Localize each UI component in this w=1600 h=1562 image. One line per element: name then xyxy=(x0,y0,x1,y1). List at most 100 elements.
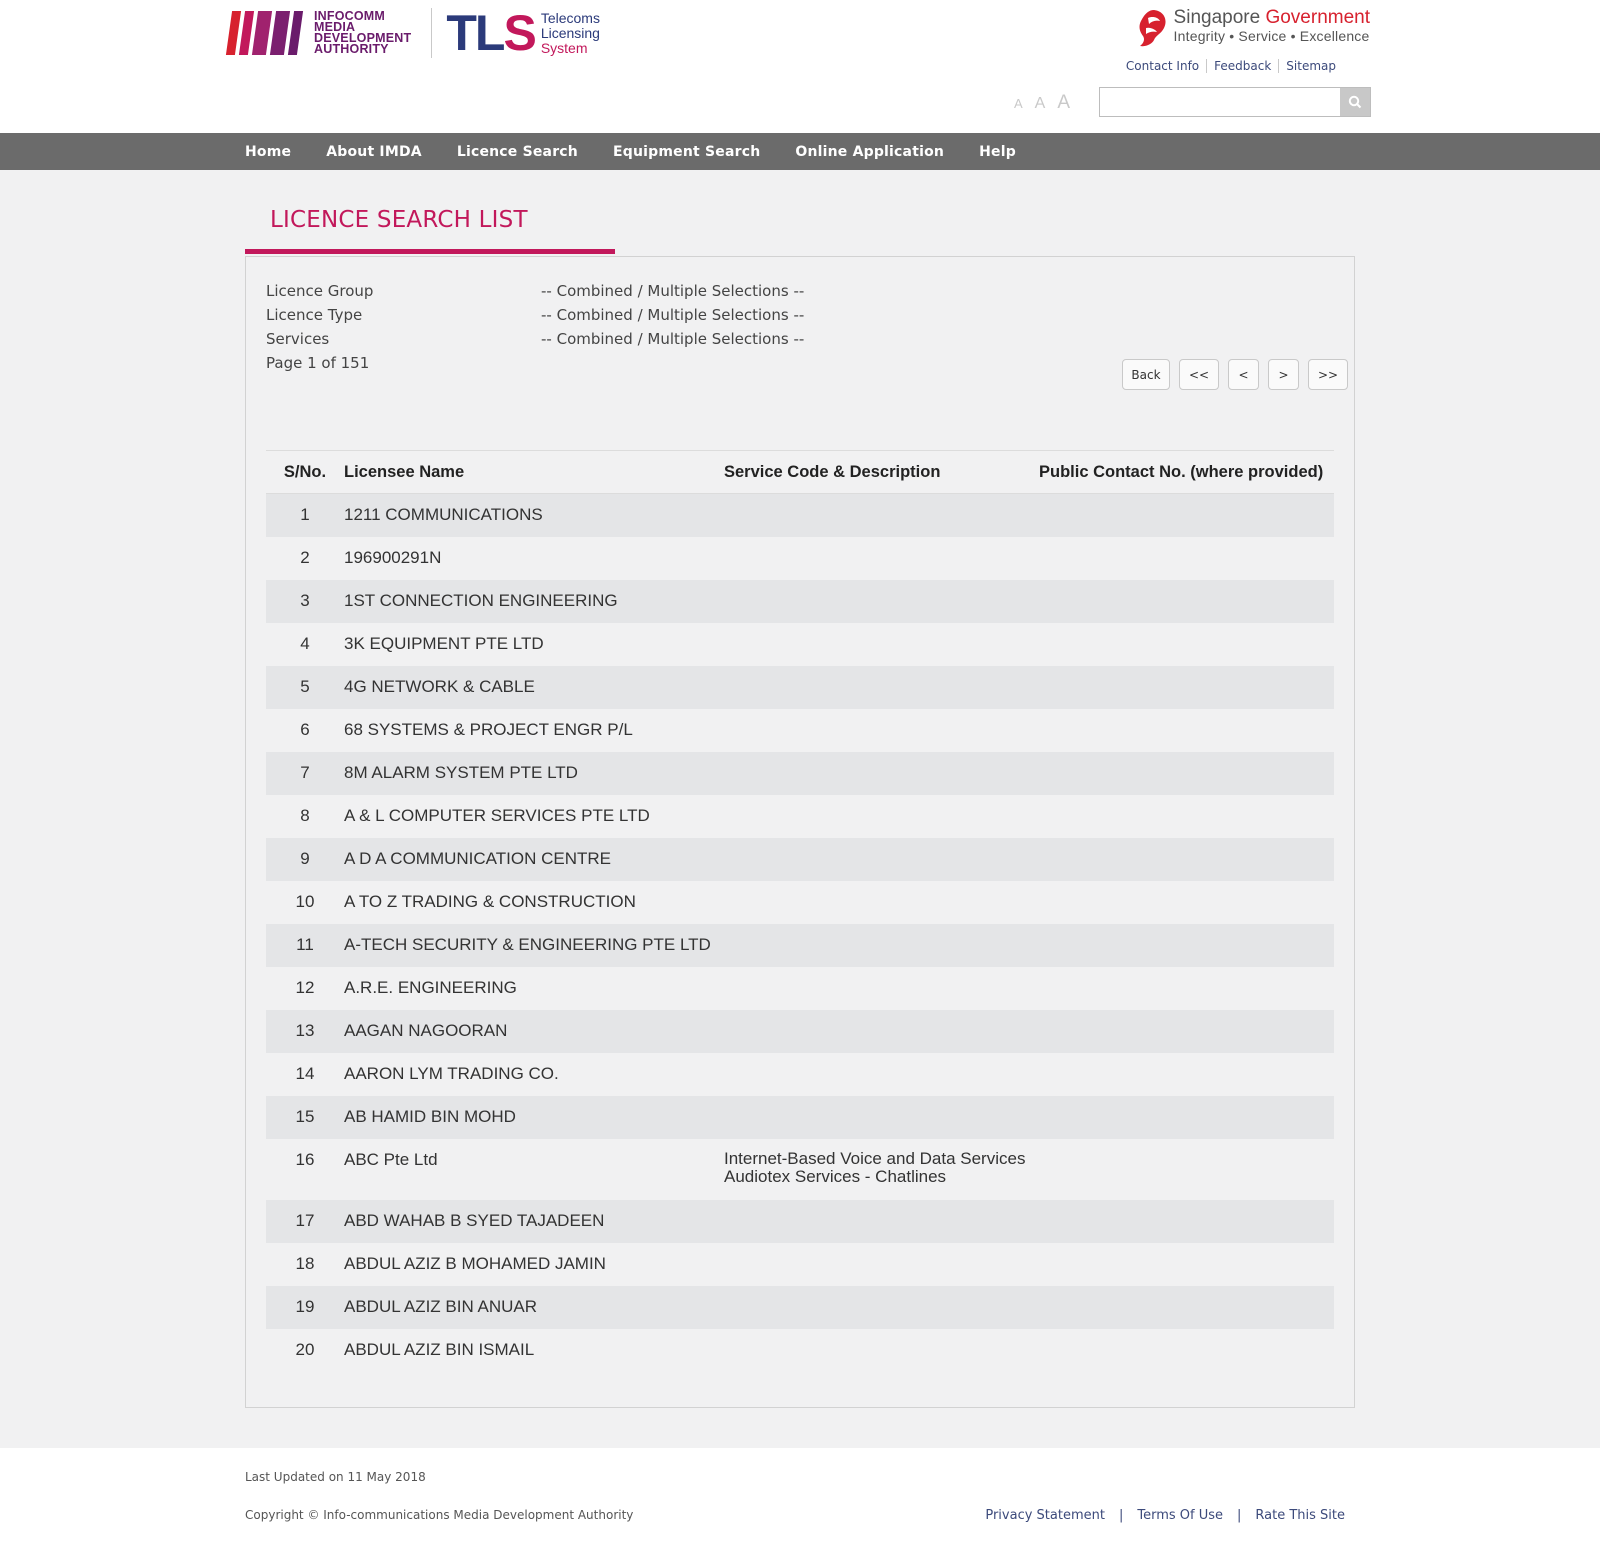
sitemap-link[interactable]: Sitemap xyxy=(1278,59,1343,73)
results-panel: Licence Group -- Combined / Multiple Sel… xyxy=(245,256,1355,1408)
cell-licensee-name: 3K EQUIPMENT PTE LTD xyxy=(344,634,544,653)
cell-licensee-name: ABDUL AZIZ BIN ISMAIL xyxy=(344,1340,535,1359)
next-page-button[interactable]: > xyxy=(1268,359,1299,390)
cell-sn: 19 xyxy=(295,1297,315,1316)
table-row: 11 A-TECH SECURITY & ENGINEERING PTE LTD xyxy=(266,923,1334,967)
cell-licensee-name: A-TECH SECURITY & ENGINEERING PTE LTD xyxy=(344,935,711,954)
cell-contact xyxy=(1039,623,1334,666)
table-row: 1 1211 COMMUNICATIONS xyxy=(266,493,1334,537)
cell-licensee-name: AARON LYM TRADING CO. xyxy=(344,1064,559,1083)
last-page-button[interactable]: >> xyxy=(1308,359,1348,390)
utility-links: Contact Info Feedback Sitemap xyxy=(1119,59,1343,73)
cell-licensee-name: 8M ALARM SYSTEM PTE LTD xyxy=(344,763,578,782)
cell-sn: 15 xyxy=(295,1107,315,1126)
nav-home[interactable]: Home xyxy=(245,144,291,160)
cell-sn: 8 xyxy=(300,806,310,825)
page-title-tab: LICENCE SEARCH LIST xyxy=(245,200,615,254)
rate-this-site-link[interactable]: Rate This Site xyxy=(1255,1508,1345,1523)
cell-service xyxy=(724,666,1039,709)
back-button[interactable]: Back xyxy=(1122,359,1170,390)
prev-page-button[interactable]: < xyxy=(1228,359,1259,390)
gov-title: Singapore Government xyxy=(1173,7,1370,28)
cell-contact xyxy=(1039,537,1334,580)
last-updated: Last Updated on 11 May 2018 xyxy=(245,1470,426,1484)
font-size-controls: A A A xyxy=(1014,92,1082,114)
cell-sn: 18 xyxy=(295,1254,315,1273)
font-size-medium-button[interactable]: A xyxy=(1035,95,1046,113)
cell-sn: 2 xyxy=(300,548,310,567)
cell-service xyxy=(724,752,1039,795)
cell-service xyxy=(724,881,1039,924)
nav-help[interactable]: Help xyxy=(979,144,1016,160)
search-criteria: Licence Group -- Combined / Multiple Sel… xyxy=(266,279,804,375)
font-size-large-button[interactable]: A xyxy=(1057,92,1070,114)
cell-licensee-name: ABDUL AZIZ B MOHAMED JAMIN xyxy=(344,1254,606,1273)
main-content: LICENCE SEARCH LIST Licence Group -- Com… xyxy=(0,170,1600,1448)
search-icon xyxy=(1348,95,1362,109)
cell-licensee-name: ABC Pte Ltd xyxy=(344,1149,438,1169)
privacy-statement-link[interactable]: Privacy Statement xyxy=(985,1508,1105,1523)
table-row: 4 3K EQUIPMENT PTE LTD xyxy=(266,622,1334,666)
table-row: 10 A TO Z TRADING & CONSTRUCTION xyxy=(266,880,1334,924)
cell-service xyxy=(724,1329,1039,1372)
cell-licensee-name: A TO Z TRADING & CONSTRUCTION xyxy=(344,892,636,911)
header-contact: Public Contact No. (where provided) xyxy=(1039,462,1324,481)
cell-contact xyxy=(1039,967,1334,1010)
cell-contact xyxy=(1039,1096,1334,1139)
cell-sn: 7 xyxy=(300,763,310,782)
cell-service xyxy=(724,1010,1039,1053)
terms-of-use-link[interactable]: Terms Of Use xyxy=(1137,1508,1223,1523)
cell-sn: 13 xyxy=(295,1021,315,1040)
table-row: 9 A D A COMMUNICATION CENTRE xyxy=(266,837,1334,881)
cell-service xyxy=(724,795,1039,838)
cell-sn: 5 xyxy=(300,677,310,696)
cell-service xyxy=(724,623,1039,666)
table-row: 12 A.R.E. ENGINEERING xyxy=(266,966,1334,1010)
page-title: LICENCE SEARCH LIST xyxy=(270,207,528,233)
table-row: 16 ABC Pte Ltd Internet-Based Voice and Da… xyxy=(266,1138,1334,1200)
cell-licensee-name: 1211 COMMUNICATIONS xyxy=(344,505,543,525)
header-licensee-name: Licensee Name xyxy=(344,462,465,481)
nav-about-imda[interactable]: About IMDA xyxy=(326,144,422,160)
search-input[interactable] xyxy=(1100,88,1340,116)
cell-licensee-name: A D A COMMUNICATION CENTRE xyxy=(344,849,611,868)
cell-licensee-name: ABDUL AZIZ BIN ANUAR xyxy=(344,1297,538,1316)
nav-online-application[interactable]: Online Application xyxy=(795,144,944,160)
font-size-small-button[interactable]: A xyxy=(1014,96,1023,111)
cell-sn: 17 xyxy=(295,1211,315,1230)
cell-licensee-name: 196900291N xyxy=(344,548,442,567)
page-info: Page 1 of 151 xyxy=(266,354,370,372)
cell-service xyxy=(724,1286,1039,1329)
criteria-licence-group: Licence Group -- Combined / Multiple Sel… xyxy=(266,282,805,300)
table-row: 17 ABD WAHAB B SYED TAJADEEN xyxy=(266,1199,1334,1243)
cell-contact xyxy=(1039,1329,1334,1372)
nav-licence-search[interactable]: Licence Search xyxy=(457,144,578,160)
header-service: Service Code & Description xyxy=(724,462,941,481)
results-table: S/No. Licensee Name Service Code & Descr… xyxy=(266,450,1334,1372)
cell-service xyxy=(724,537,1039,580)
cell-sn: 11 xyxy=(296,935,314,954)
cell-sn: 1 xyxy=(300,505,310,525)
logo-area[interactable]: INFOCOMM MEDIA DEVELOPMENT AUTHORITY TLS… xyxy=(225,8,600,58)
search-button[interactable] xyxy=(1340,88,1370,116)
cell-service xyxy=(724,1200,1039,1243)
cell-contact xyxy=(1039,795,1334,838)
cell-contact xyxy=(1039,924,1334,967)
contact-info-link[interactable]: Contact Info xyxy=(1119,59,1206,73)
footer-separator: | xyxy=(1237,1508,1242,1523)
cell-sn: 16 xyxy=(295,1149,315,1169)
service-line: Internet-Based Voice and Data Services xyxy=(724,1148,1026,1168)
criteria-licence-type: Licence Type -- Combined / Multiple Sele… xyxy=(266,306,805,324)
site-search xyxy=(1099,87,1371,117)
cell-licensee-name: A & L COMPUTER SERVICES PTE LTD xyxy=(344,806,650,825)
table-row: 19 ABDUL AZIZ BIN ANUAR xyxy=(266,1285,1334,1329)
cell-service xyxy=(724,494,1039,537)
cell-service xyxy=(724,838,1039,881)
cell-sn: 14 xyxy=(295,1064,315,1083)
first-page-button[interactable]: << xyxy=(1179,359,1219,390)
table-row: 5 4G NETWORK & CABLE xyxy=(266,665,1334,709)
feedback-link[interactable]: Feedback xyxy=(1206,59,1278,73)
nav-equipment-search[interactable]: Equipment Search xyxy=(613,144,760,160)
singapore-government-logo[interactable]: Singapore Government Integrity • Service… xyxy=(1134,8,1370,48)
table-row: 14 AARON LYM TRADING CO. xyxy=(266,1052,1334,1096)
